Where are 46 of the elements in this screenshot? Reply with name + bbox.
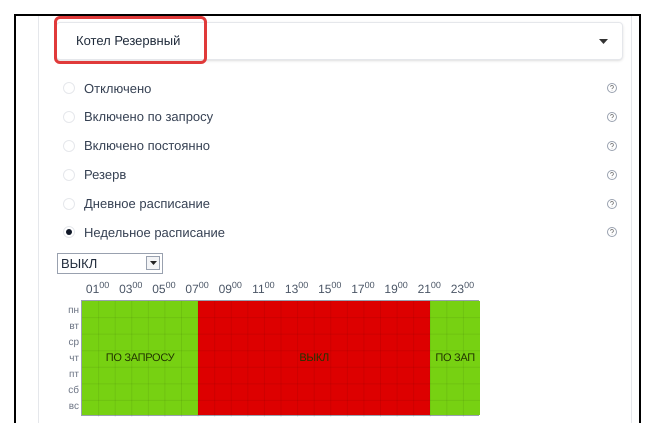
mode-label: Резерв [84,166,128,184]
help-icon[interactable] [607,170,617,180]
hour-label: 23$^{00}$ [450,282,474,296]
radio-button[interactable] [63,168,75,181]
block-label: ПО ЗАП [435,350,475,366]
hour-label: 19$^{00}$ [384,282,408,296]
mode-label: Недельное расписание [84,224,226,242]
hour-label: 21$^{00}$ [418,282,441,296]
caret-icon [599,38,608,44]
block-label: ВЫКЛ [299,350,329,366]
hour-label: 17$^{00}$ [351,282,375,296]
hour-label: 01$^{00}$ [86,282,110,296]
help-icon[interactable] [607,140,617,151]
day-label: вс [68,400,80,414]
day-label: чт [68,352,80,366]
help-icon[interactable] [607,198,617,209]
help-icon[interactable] [607,83,617,94]
block-label: ПО ЗАПРОСУ [106,350,174,366]
day-label: пт [68,368,80,382]
device-select[interactable]: Котел Резервный [56,22,623,60]
radio-button[interactable] [63,140,75,152]
radio-button[interactable] [63,226,75,238]
hour-label: 11$^{00}$ [252,282,275,296]
hour-label: 05$^{00}$ [152,282,176,296]
mode-label: Включено постоянно [84,137,212,156]
help-icon[interactable] [607,227,617,238]
mode-label: Включено по запросу [84,108,214,126]
schedule-block[interactable]: ПО ЗАП [430,300,480,415]
day-label: ср [67,336,80,350]
mode-label: Отключено [84,80,152,98]
radio-button[interactable] [63,82,75,94]
hour-label: 07$^{00}$ [185,282,209,296]
hour-label: 03$^{00}$ [119,282,142,296]
day-label: пн [67,304,80,318]
help-icon[interactable] [607,112,617,122]
radio-button[interactable] [63,111,75,124]
day-label: вт [68,320,80,334]
hour-label: 13$^{00}$ [284,282,308,296]
hour-label: 15$^{00}$ [318,282,342,296]
brush-select[interactable]: ВЫКЛ [57,252,163,274]
schedule-block[interactable]: ПО ЗАПРОСУ [82,300,198,415]
day-label: сб [67,384,80,398]
schedule-grid[interactable]: ПО ЗАПРОСУ ВЫКЛ ПО ЗАП [81,300,479,416]
mode-label: Дневное расписание [84,194,212,213]
radio-button[interactable] [63,198,75,210]
hour-label: 09$^{00}$ [218,282,242,296]
